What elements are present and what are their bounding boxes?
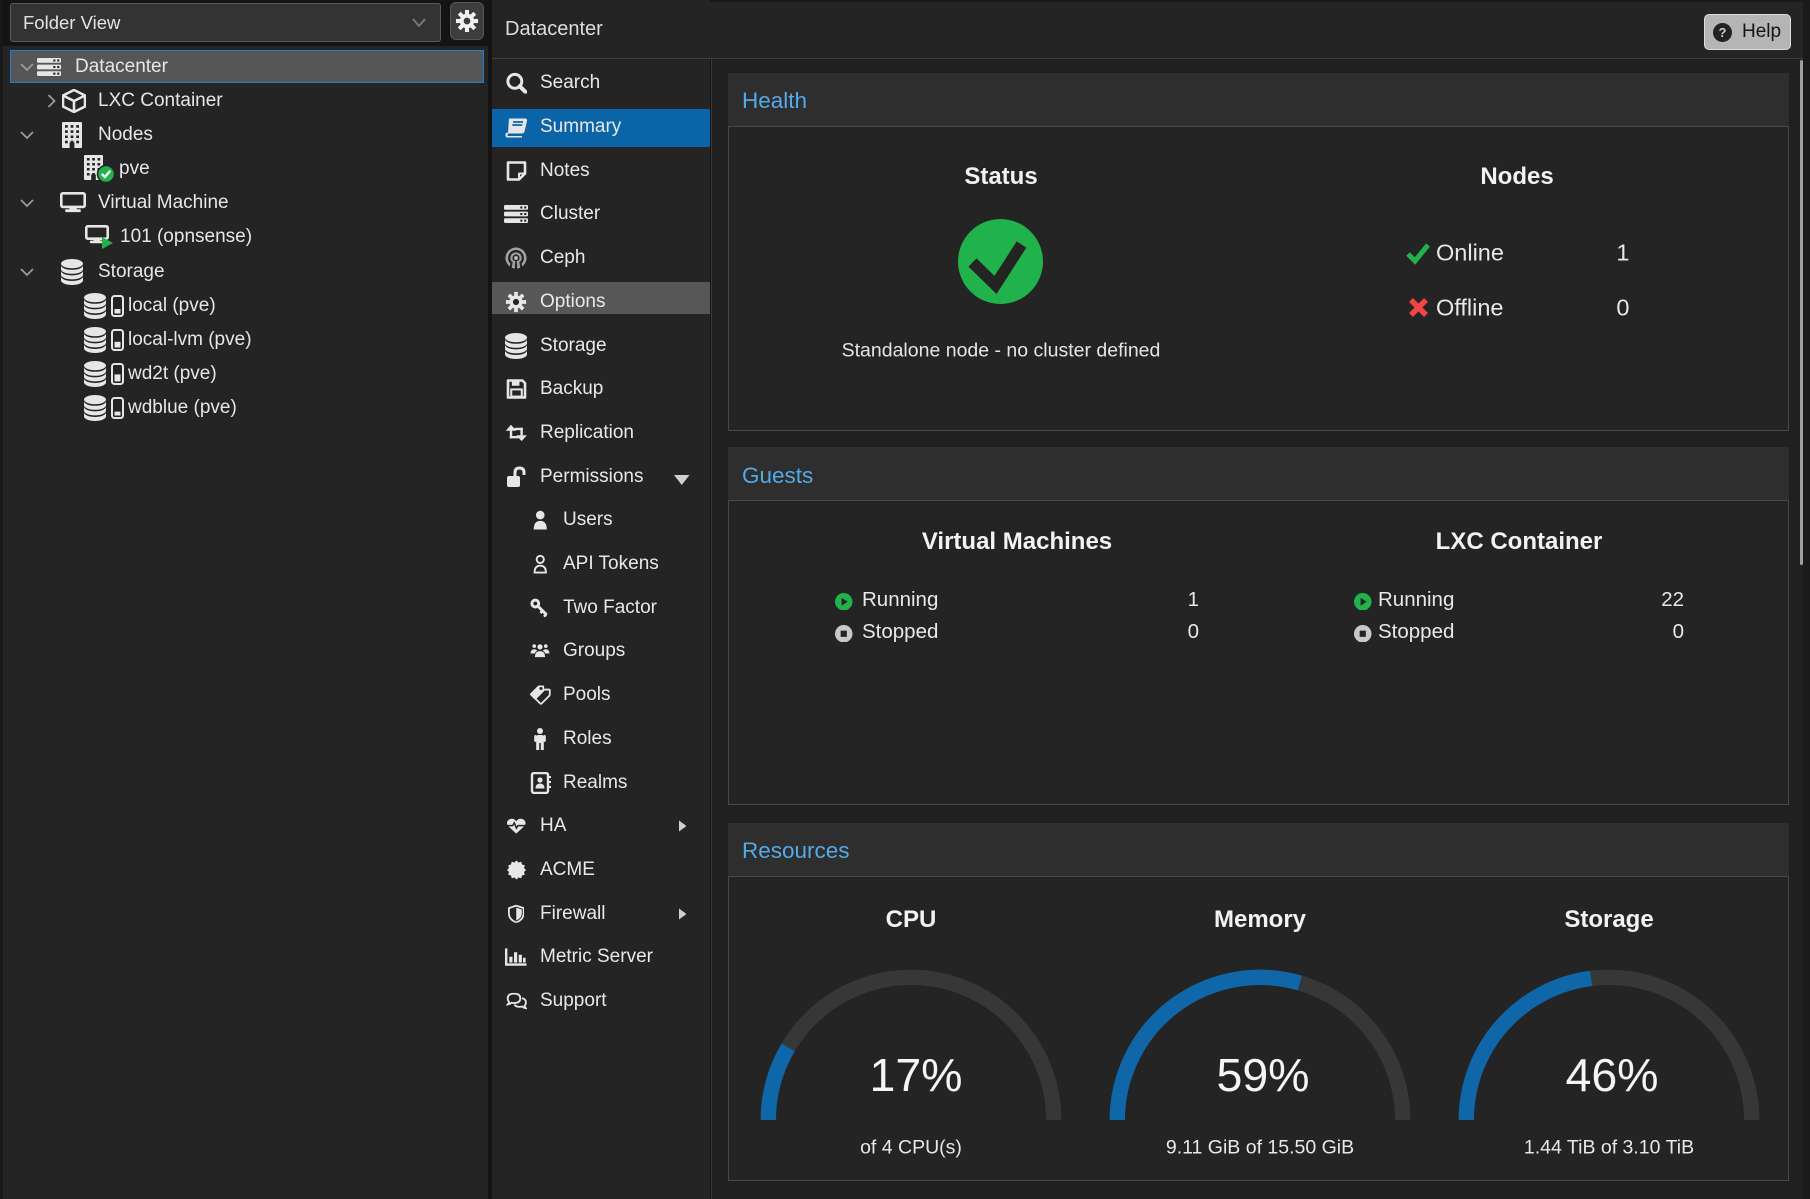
svg-text:?: ? (1719, 25, 1727, 40)
